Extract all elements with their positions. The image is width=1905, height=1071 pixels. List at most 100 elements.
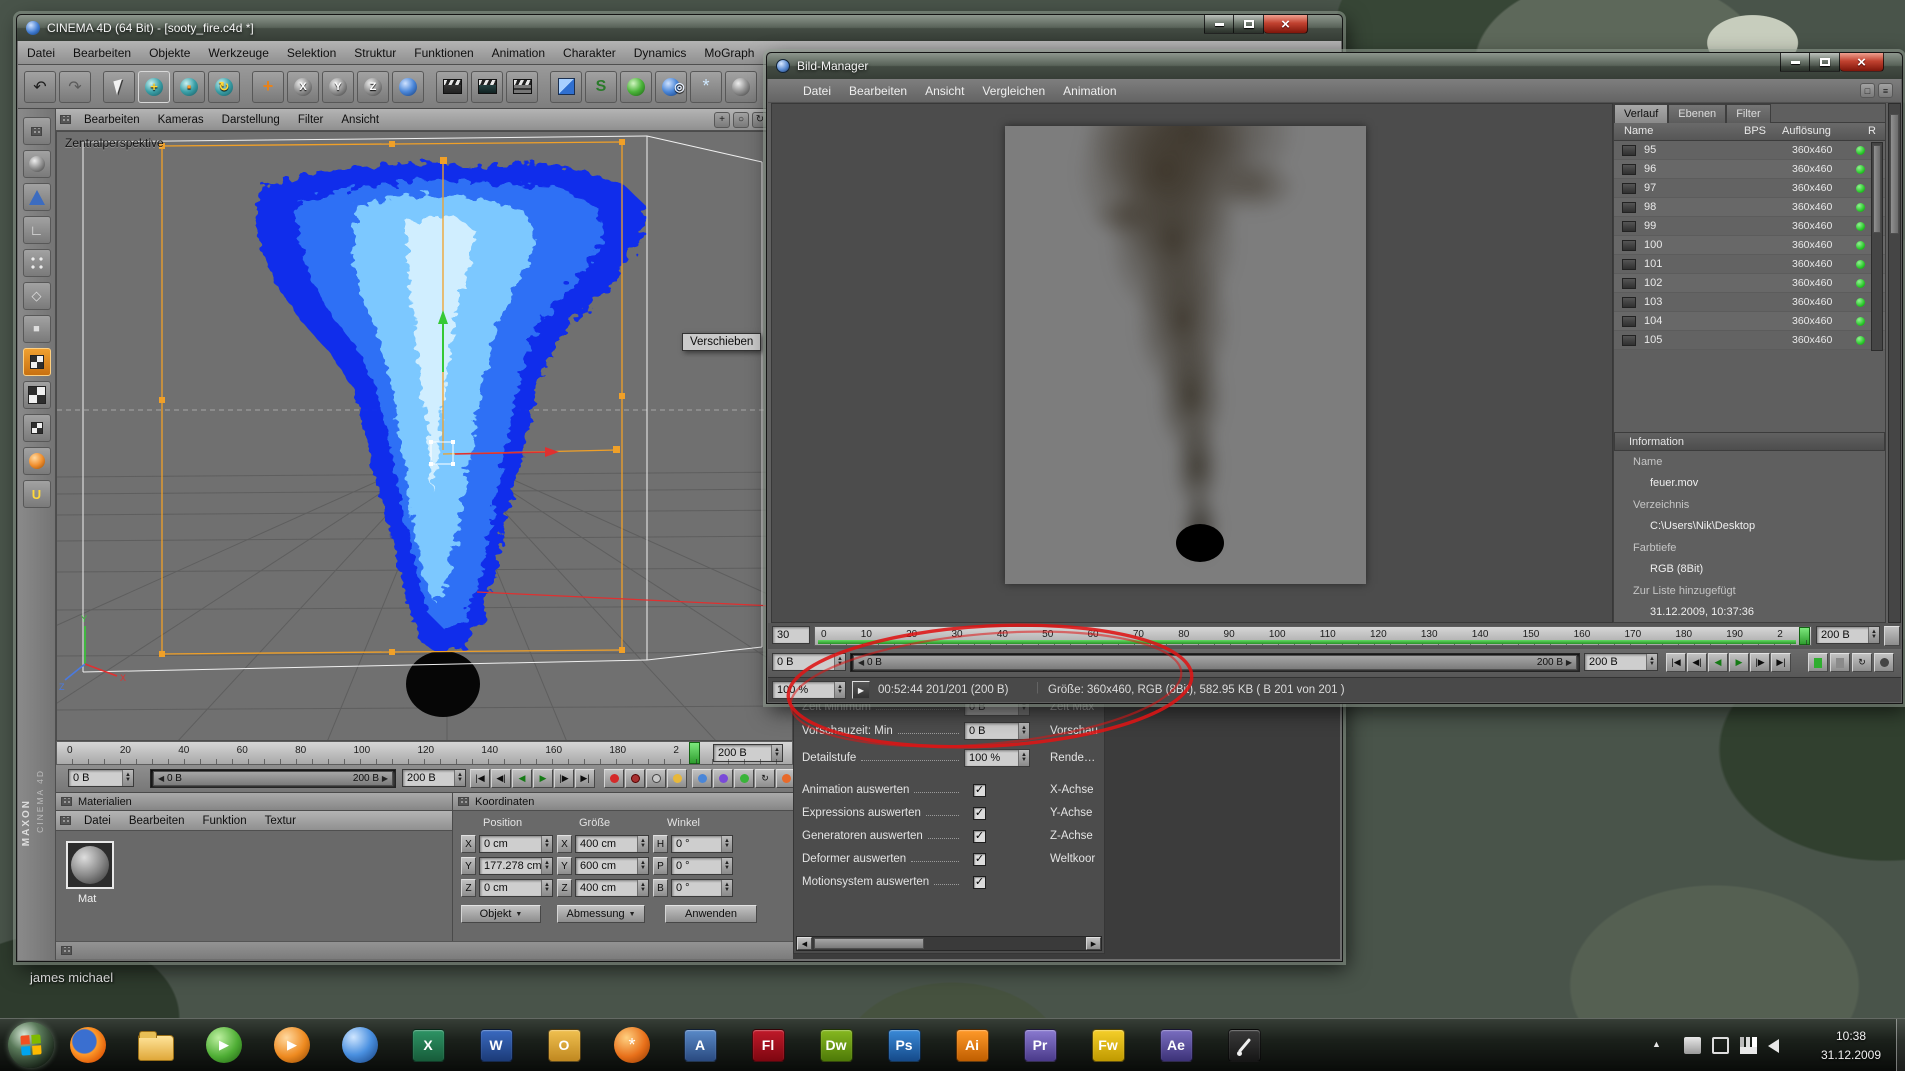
firefox-icon[interactable] bbox=[64, 1023, 112, 1067]
close-button[interactable] bbox=[1840, 53, 1884, 72]
list-item[interactable]: 105 360x460 bbox=[1614, 331, 1885, 350]
media-player-green-icon[interactable]: ▶ bbox=[200, 1023, 248, 1067]
bm-current-frame-field[interactable]: 0 B bbox=[772, 653, 846, 671]
preview-play-button[interactable]: ▶ bbox=[852, 681, 870, 699]
menu-mograph[interactable]: MoGraph bbox=[695, 42, 763, 64]
panel-grip-icon[interactable] bbox=[61, 946, 72, 955]
spinner-arrows[interactable] bbox=[541, 836, 552, 852]
object-axis-mode-icon[interactable] bbox=[22, 447, 51, 475]
texture-axis-mode-icon[interactable] bbox=[22, 381, 51, 409]
sound-toggle[interactable] bbox=[1874, 653, 1894, 672]
after-effects-icon[interactable]: Ae bbox=[1152, 1023, 1200, 1067]
excel-icon[interactable]: X bbox=[404, 1023, 452, 1067]
spinner-arrows[interactable] bbox=[637, 836, 648, 852]
spinner-arrows[interactable] bbox=[637, 880, 648, 896]
viewport-menu-kameras[interactable]: Kameras bbox=[149, 110, 213, 130]
menu-bearbeiten[interactable]: Bearbeiten bbox=[64, 42, 140, 64]
list-item[interactable]: 99 360x460 bbox=[1614, 217, 1885, 236]
bm-menu-datei[interactable]: Datei bbox=[794, 80, 840, 102]
list-item[interactable]: 103 360x460 bbox=[1614, 293, 1885, 312]
information-header[interactable]: Information bbox=[1614, 432, 1885, 451]
go-to-end-button[interactable] bbox=[1771, 653, 1791, 672]
panel-grip-icon[interactable] bbox=[60, 816, 71, 825]
playback-mode-button[interactable] bbox=[1852, 653, 1872, 672]
menu-werkzeuge[interactable]: Werkzeuge bbox=[199, 42, 277, 64]
settings-hscrollbar[interactable]: ◀ ▶ bbox=[796, 936, 1102, 951]
viewport-menu-filter[interactable]: Filter bbox=[289, 110, 333, 130]
bm-range-slider[interactable]: ◀ 0 B 200 B ▶ bbox=[850, 653, 1580, 672]
deformer-auswerten-checkbox[interactable] bbox=[973, 852, 986, 866]
materials-menu-textur[interactable]: Textur bbox=[256, 811, 305, 831]
premiere-icon[interactable]: Pr bbox=[1016, 1023, 1064, 1067]
play-backward-button[interactable] bbox=[1708, 653, 1728, 672]
browser-ball-icon[interactable] bbox=[336, 1023, 384, 1067]
scroll-left-arrow[interactable]: ◀ bbox=[797, 937, 812, 950]
list-item[interactable]: 100 360x460 bbox=[1614, 236, 1885, 255]
bild-manager-titlebar[interactable]: Bild-Manager bbox=[767, 53, 1902, 79]
bm-end-frame-field[interactable]: 200 B bbox=[1584, 653, 1658, 671]
cinema4d-titlebar[interactable]: CINEMA 4D (64 Bit) - [sooty_fire.c4d *] bbox=[17, 15, 1342, 41]
display-icon[interactable] bbox=[1712, 1037, 1729, 1054]
coordinates-panel-header[interactable]: Koordinaten bbox=[453, 793, 793, 811]
network-icon[interactable] bbox=[1740, 1037, 1757, 1054]
list-item[interactable]: 97 360x460 bbox=[1614, 179, 1885, 198]
spinner-arrows[interactable] bbox=[454, 770, 465, 786]
end-frame-field[interactable]: 200 B bbox=[402, 769, 466, 787]
detailstufe-field[interactable]: 100 % bbox=[964, 749, 1030, 767]
panel-grip-icon[interactable] bbox=[60, 115, 71, 124]
list-item[interactable]: 104 360x460 bbox=[1614, 312, 1885, 331]
dreamweaver-icon[interactable]: Dw bbox=[812, 1023, 860, 1067]
close-button[interactable] bbox=[1264, 15, 1308, 34]
action-center-icon[interactable] bbox=[1684, 1037, 1701, 1054]
spinner-arrows[interactable] bbox=[541, 858, 552, 874]
loop-toggle[interactable] bbox=[1808, 653, 1828, 672]
spinner-arrows[interactable] bbox=[721, 880, 732, 896]
word-icon[interactable]: W bbox=[472, 1023, 520, 1067]
abmessung-dropdown[interactable]: Abmessung bbox=[557, 905, 645, 923]
main-timeline-ruler[interactable]: 0 20 40 60 80 100 120 140 160 180 2 200 … bbox=[56, 741, 793, 765]
menu-dynamics[interactable]: Dynamics bbox=[625, 42, 696, 64]
material-thumbnail[interactable] bbox=[66, 841, 114, 889]
spinner-arrows[interactable] bbox=[541, 880, 552, 896]
start-button[interactable] bbox=[8, 1022, 54, 1068]
pingpong-toggle[interactable] bbox=[1830, 653, 1850, 672]
texture-mode-icon[interactable] bbox=[22, 348, 51, 376]
explorer-folder-icon[interactable] bbox=[132, 1023, 180, 1067]
spinner-arrows[interactable] bbox=[1868, 627, 1879, 643]
timeline-end-field[interactable]: 200 B bbox=[713, 744, 783, 762]
position-y-field[interactable]: 177.278 cm bbox=[479, 857, 553, 875]
minimize-button[interactable] bbox=[1780, 53, 1810, 72]
uv-mode-icon[interactable] bbox=[22, 414, 51, 442]
viewport-menu-darstellung[interactable]: Darstellung bbox=[213, 110, 289, 130]
maximize-button[interactable] bbox=[1234, 15, 1264, 34]
ruler-start-field[interactable]: 30 bbox=[772, 626, 810, 644]
tab-filter[interactable]: Filter bbox=[1726, 104, 1771, 123]
panel-grip-icon[interactable] bbox=[61, 797, 72, 806]
panel-scrollbar[interactable] bbox=[1888, 103, 1901, 623]
expressions-auswerten-checkbox[interactable] bbox=[973, 806, 986, 820]
size-x-field[interactable]: 400 cm bbox=[575, 835, 649, 853]
show-desktop-button[interactable] bbox=[1896, 1019, 1905, 1071]
spinner-arrows[interactable] bbox=[1018, 723, 1029, 739]
preview-area[interactable] bbox=[771, 103, 1613, 623]
panel-detach-icon[interactable]: ≡ bbox=[1878, 83, 1893, 98]
points-mode-icon[interactable] bbox=[22, 249, 51, 277]
illustrator-icon[interactable]: Ai bbox=[948, 1023, 996, 1067]
tab-verlauf[interactable]: Verlauf bbox=[1614, 104, 1669, 123]
show-hidden-icons-button[interactable]: ▲ bbox=[1652, 1039, 1661, 1049]
play-forward-button[interactable] bbox=[1729, 653, 1749, 672]
text-editor-icon[interactable]: A bbox=[676, 1023, 724, 1067]
generatoren-auswerten-checkbox[interactable] bbox=[973, 829, 986, 843]
bm-menu-vergleichen[interactable]: Vergleichen bbox=[973, 80, 1054, 102]
materials-panel-header[interactable]: Materialien bbox=[56, 793, 452, 811]
preview-range-slider[interactable]: ◀ 0 B 200 B ▶ bbox=[150, 769, 396, 788]
current-frame-marker[interactable] bbox=[689, 742, 700, 764]
viewport-3d[interactable]: Y X Z Zentralperspektive Verschieben bbox=[56, 131, 793, 741]
spinner-arrows[interactable] bbox=[834, 654, 845, 670]
menu-animation[interactable]: Animation bbox=[483, 42, 554, 64]
record-rotation-toggle[interactable] bbox=[692, 769, 712, 788]
current-frame-marker[interactable] bbox=[1799, 627, 1810, 645]
ruler-end-field[interactable]: 200 B bbox=[1816, 626, 1880, 644]
snap-settings-icon[interactable]: U bbox=[22, 480, 51, 508]
material-name[interactable]: Mat bbox=[78, 893, 96, 905]
